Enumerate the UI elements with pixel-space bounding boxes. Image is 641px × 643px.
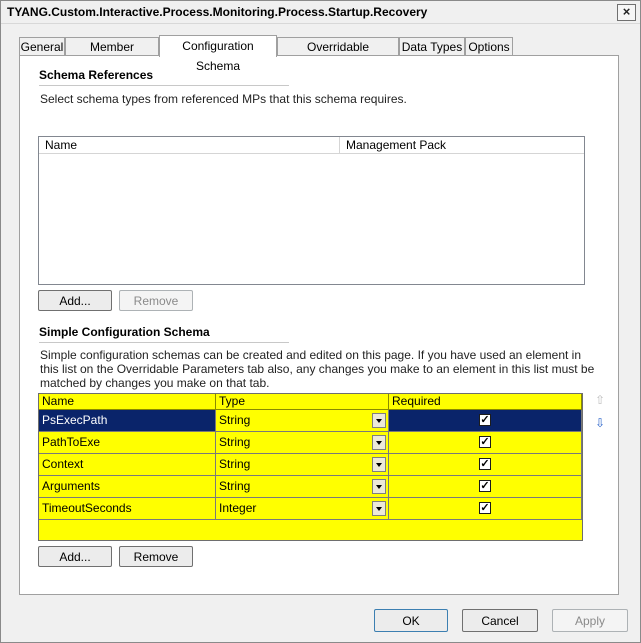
table-row[interactable]: Context String ✓ <box>39 454 582 476</box>
simple-schema-grid: Name Type Required PsExecPath String ✓ P… <box>38 393 583 541</box>
schema-references-title: Schema References <box>39 68 154 82</box>
dropdown-arrow-icon[interactable] <box>372 501 386 516</box>
new-row-placeholder[interactable] <box>39 520 582 540</box>
type-value: String <box>219 479 251 493</box>
row-type-cell[interactable]: String <box>216 432 389 454</box>
schema-references-add-button[interactable]: Add... <box>38 290 112 311</box>
apply-button[interactable]: Apply <box>552 609 628 632</box>
type-value: String <box>219 457 251 471</box>
list-header: Name Management Pack <box>39 137 584 154</box>
divider <box>39 85 289 86</box>
dropdown-arrow-icon[interactable] <box>372 435 386 450</box>
ok-button[interactable]: OK <box>374 609 448 632</box>
simple-schema-description: Simple configuration schemas can be crea… <box>40 348 595 390</box>
row-required-cell[interactable]: ✓ <box>389 498 582 520</box>
simple-schema-remove-button[interactable]: Remove <box>119 546 193 567</box>
dialog-window: TYANG.Custom.Interactive.Process.Monitor… <box>0 0 641 643</box>
schema-references-remove-button[interactable]: Remove <box>119 290 193 311</box>
row-name-cell[interactable]: PsExecPath <box>39 410 216 432</box>
row-type-cell[interactable]: Integer <box>216 498 389 520</box>
row-required-cell[interactable]: ✓ <box>389 410 582 432</box>
column-header-management-pack[interactable]: Management Pack <box>339 137 584 153</box>
dropdown-arrow-icon[interactable] <box>372 413 386 428</box>
required-checkbox[interactable]: ✓ <box>479 414 491 426</box>
row-type-cell[interactable]: String <box>216 454 389 476</box>
type-value: Integer <box>219 501 257 515</box>
table-row[interactable]: PsExecPath String ✓ <box>39 410 582 432</box>
tab-data-types[interactable]: Data Types <box>399 37 465 56</box>
column-header-name[interactable]: Name <box>39 137 339 153</box>
column-header-type[interactable]: Type <box>216 394 389 410</box>
schema-references-list[interactable]: Name Management Pack <box>38 136 585 285</box>
row-name-cell[interactable]: PathToExe <box>39 432 216 454</box>
move-down-arrow-icon[interactable]: ⇩ <box>594 417 606 429</box>
row-required-cell[interactable]: ✓ <box>389 454 582 476</box>
simple-schema-title: Simple Configuration Schema <box>39 325 210 339</box>
divider <box>39 342 289 343</box>
required-checkbox[interactable]: ✓ <box>479 502 491 514</box>
simple-schema-add-button[interactable]: Add... <box>38 546 112 567</box>
move-up-arrow-icon[interactable]: ⇧ <box>594 394 606 406</box>
tab-configuration-schema[interactable]: Configuration Schema <box>159 35 277 73</box>
tab-member-modules[interactable]: Member Modules <box>65 37 159 72</box>
title-bar: TYANG.Custom.Interactive.Process.Monitor… <box>1 1 640 24</box>
row-type-cell[interactable]: String <box>216 410 389 432</box>
table-row[interactable]: PathToExe String ✓ <box>39 432 582 454</box>
type-value: String <box>219 435 251 449</box>
close-icon[interactable]: × <box>617 4 636 21</box>
required-checkbox[interactable]: ✓ <box>479 458 491 470</box>
schema-references-description: Select schema types from referenced MPs … <box>40 92 407 106</box>
window-title: TYANG.Custom.Interactive.Process.Monitor… <box>7 5 428 19</box>
tab-options[interactable]: Options <box>465 37 513 56</box>
tab-panel: Schema References Select schema types fr… <box>19 55 619 595</box>
required-checkbox[interactable]: ✓ <box>479 436 491 448</box>
type-value: String <box>219 413 251 427</box>
column-header-name[interactable]: Name <box>39 394 216 410</box>
row-type-cell[interactable]: String <box>216 476 389 498</box>
required-checkbox[interactable]: ✓ <box>479 480 491 492</box>
row-required-cell[interactable]: ✓ <box>389 476 582 498</box>
tab-general[interactable]: General <box>19 37 65 56</box>
row-name-cell[interactable]: TimeoutSeconds <box>39 498 216 520</box>
table-row[interactable]: TimeoutSeconds Integer ✓ <box>39 498 582 520</box>
cancel-button[interactable]: Cancel <box>462 609 538 632</box>
row-name-cell[interactable]: Arguments <box>39 476 216 498</box>
dropdown-arrow-icon[interactable] <box>372 457 386 472</box>
table-row[interactable]: Arguments String ✓ <box>39 476 582 498</box>
row-required-cell[interactable]: ✓ <box>389 432 582 454</box>
dropdown-arrow-icon[interactable] <box>372 479 386 494</box>
row-name-cell[interactable]: Context <box>39 454 216 476</box>
tab-overridable-parameters[interactable]: Overridable Parameters <box>277 37 399 72</box>
column-header-required[interactable]: Required <box>389 394 582 410</box>
